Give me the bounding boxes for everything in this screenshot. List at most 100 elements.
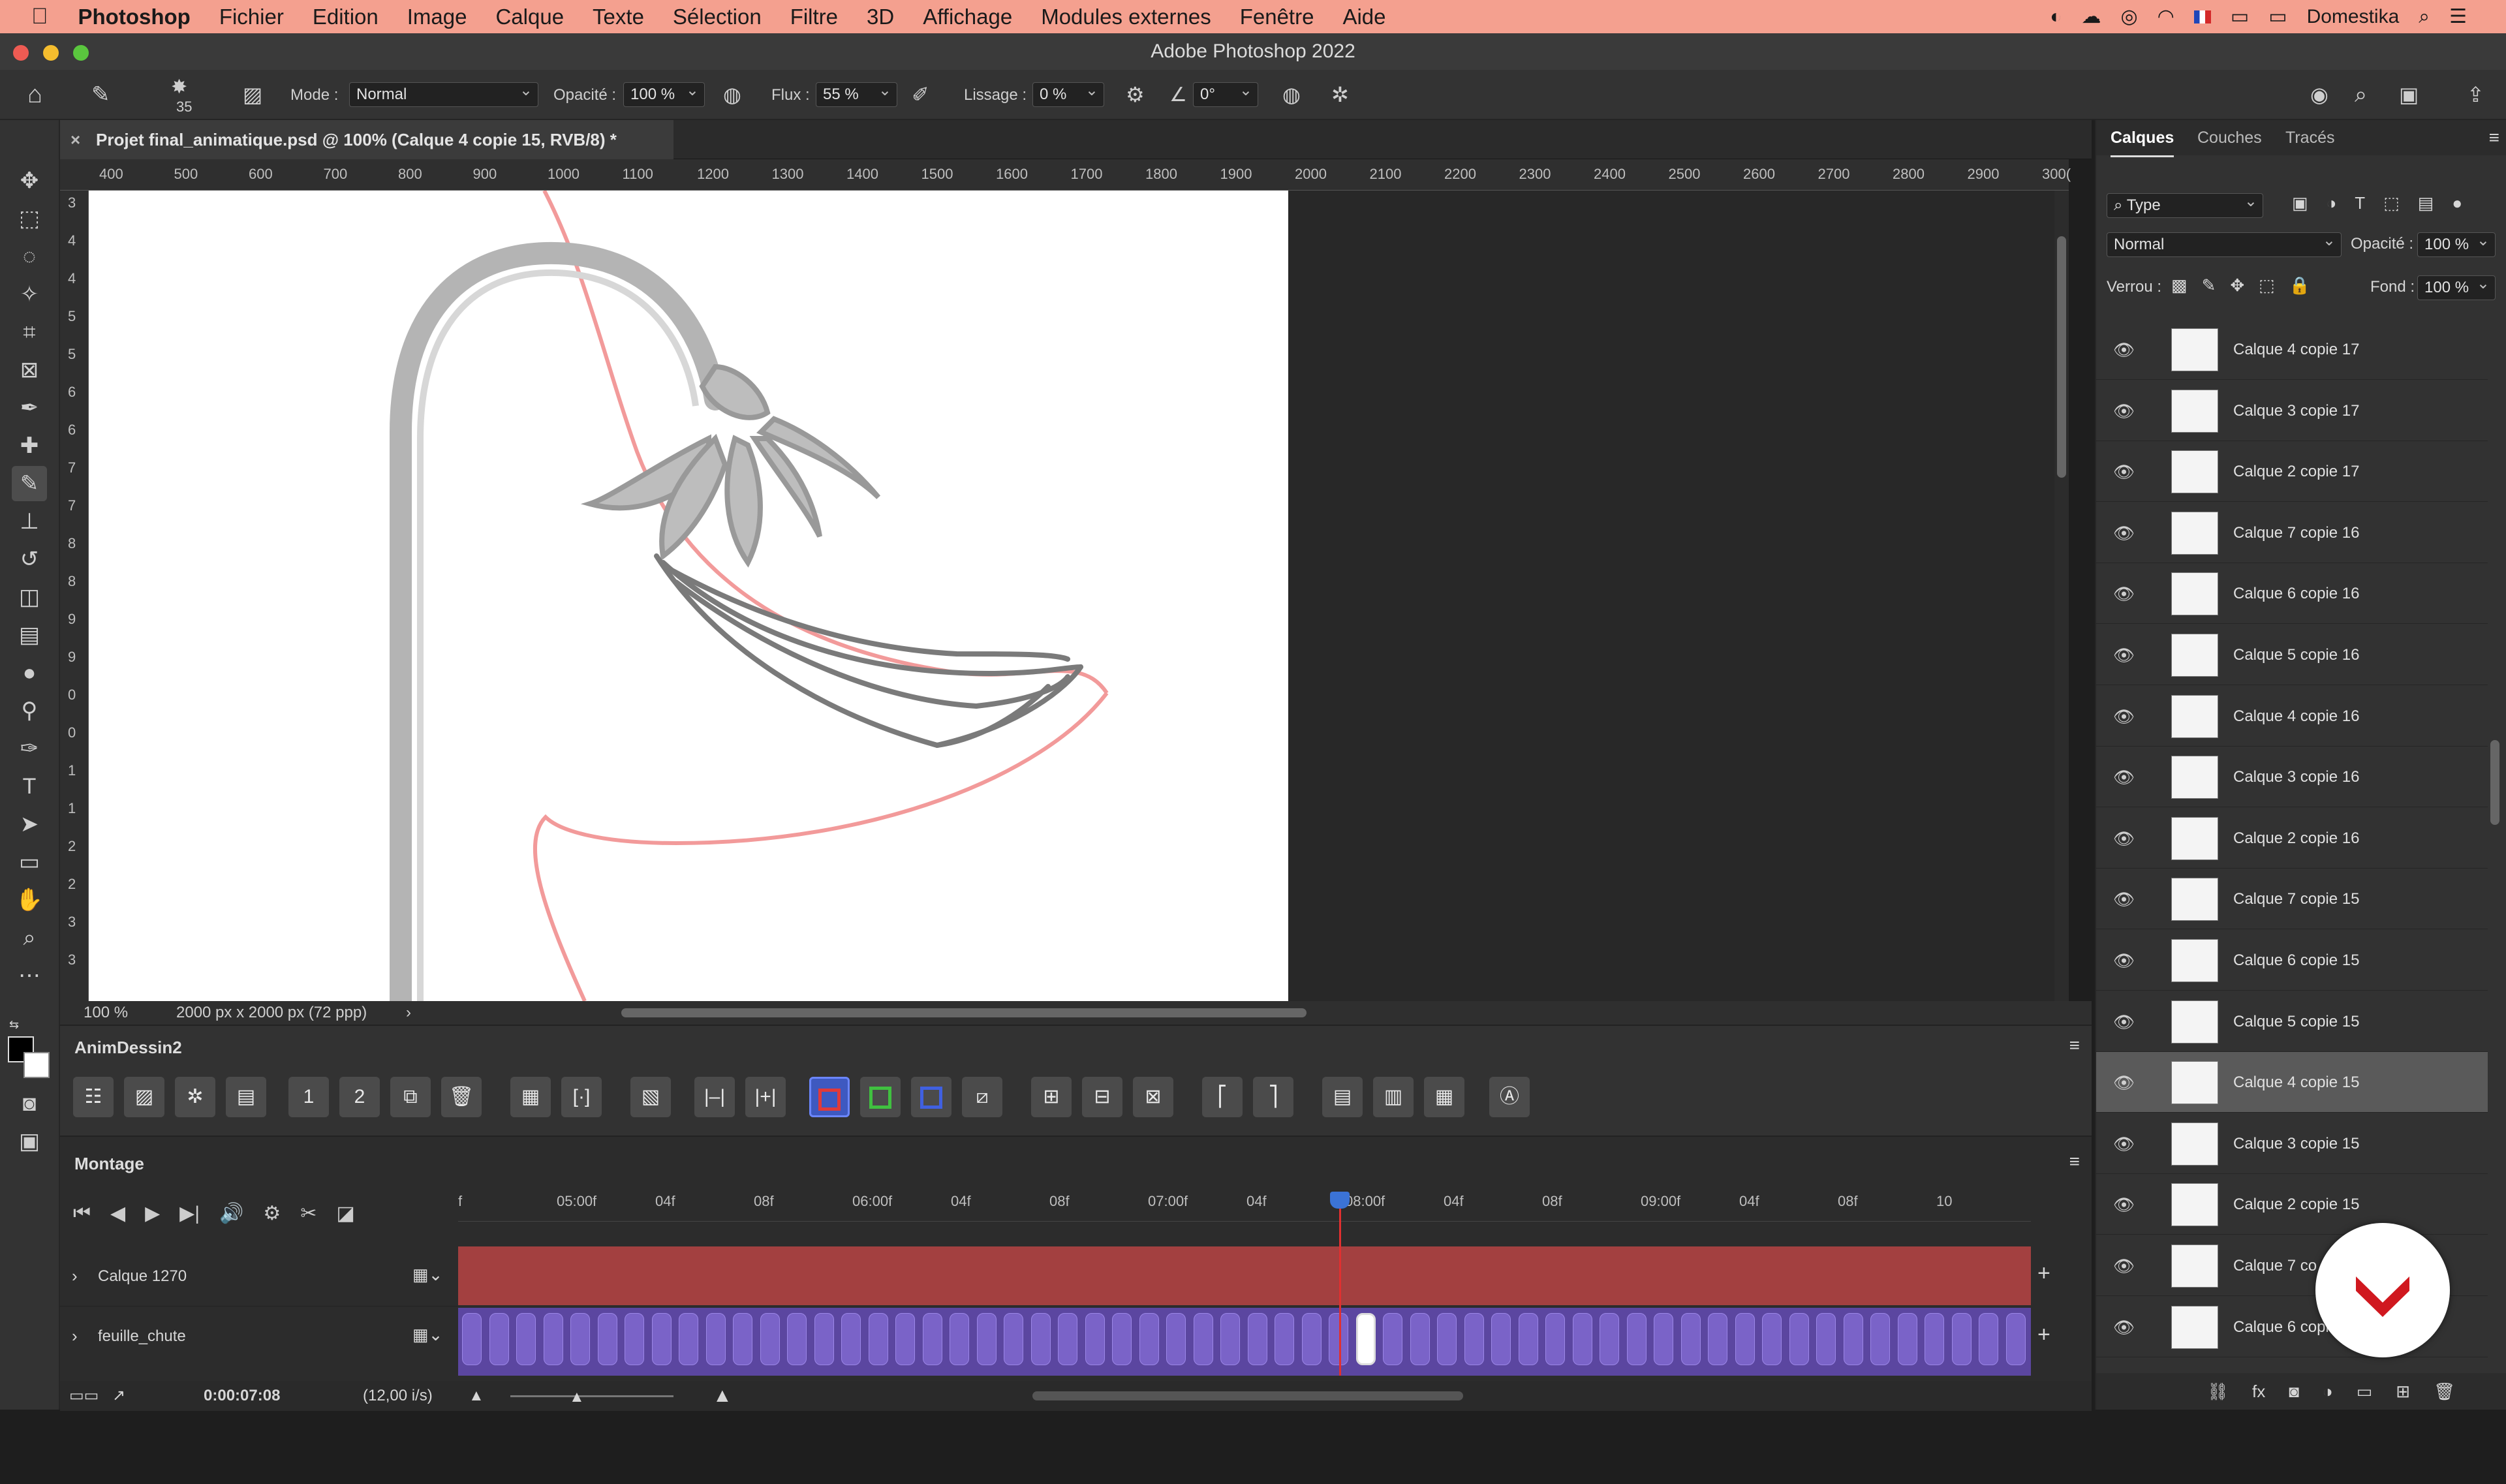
frame-cell[interactable] (1979, 1313, 1998, 1365)
playhead[interactable] (1339, 1193, 1341, 1376)
move-tool-icon[interactable]: ✥ (12, 163, 47, 198)
visibility-eye-icon[interactable]: 👁 (2113, 645, 2135, 665)
opacity-input[interactable]: 100 % (623, 79, 705, 107)
layer-row[interactable]: 👁 Calque 3 copie 15 (2096, 1113, 2488, 1174)
frame-cell[interactable] (922, 1313, 942, 1365)
frame-tool-icon[interactable]: ⊠ (12, 352, 47, 388)
frame-cell[interactable] (895, 1313, 915, 1365)
menu-calque[interactable]: Calque (495, 5, 564, 29)
dodge-tool-icon[interactable]: ⚲ (12, 693, 47, 728)
new-group-icon[interactable]: ▭ (2357, 1382, 2373, 1402)
layer-row[interactable]: 👁 Calque 4 copie 17 (2096, 319, 2488, 380)
layer-row[interactable]: 👁 Calque 3 copie 16 (2096, 747, 2488, 808)
zoom-slider-handle[interactable]: ▲ (569, 1382, 585, 1412)
frame-cell[interactable] (1301, 1313, 1322, 1365)
frame-cell[interactable] (1843, 1313, 1863, 1365)
frame-cell[interactable] (1789, 1313, 1809, 1365)
zoom-window-icon[interactable] (73, 45, 89, 61)
frame-cell[interactable] (1329, 1313, 1348, 1365)
visibility-eye-icon[interactable]: 👁 (2113, 889, 2135, 909)
extend-duration-button[interactable]: |+| (745, 1077, 786, 1117)
frame-cell[interactable] (1708, 1313, 1727, 1365)
visibility-eye-icon[interactable]: 👁 (2113, 462, 2135, 482)
menu-fenetre[interactable]: Fenêtre (1240, 5, 1314, 29)
html-export-button[interactable]: ▥ (1373, 1077, 1414, 1117)
red-onion-button[interactable] (809, 1077, 850, 1117)
frame-cell[interactable] (1437, 1313, 1457, 1365)
lock-artboard-icon[interactable]: ⬚ (2259, 275, 2275, 296)
go-first-frame-icon[interactable]: ⏮ (73, 1202, 91, 1225)
panel-menu-icon[interactable]: ≡ (2069, 1035, 2080, 1056)
fill-input[interactable]: 100 % (2417, 272, 2496, 300)
stamp-tool-icon[interactable]: ⊥ (12, 504, 47, 539)
fx-icon[interactable]: fx (2252, 1382, 2265, 1402)
layer-row[interactable]: 👁 Calque 2 copie 16 (2096, 808, 2488, 869)
play-icon[interactable]: ▶ (145, 1202, 160, 1225)
frame-cell[interactable] (1139, 1313, 1159, 1365)
frame-strip[interactable] (458, 1308, 2031, 1376)
frame-cell[interactable] (1112, 1313, 1132, 1365)
layer-filter-select[interactable]: ⌕ Type (2107, 190, 2263, 218)
airplay-icon[interactable]: ▭ (2231, 5, 2249, 28)
shrink-duration-button[interactable]: |–| (694, 1077, 735, 1117)
home-icon[interactable]: ⌂ (27, 70, 42, 120)
text-export-button[interactable]: ▦ (1424, 1077, 1464, 1117)
frame-cell[interactable] (2005, 1313, 2026, 1365)
filter-adjustment-icon[interactable]: ◑ (2327, 193, 2337, 213)
layer-row[interactable]: 👁 Calque 6 copie 15 (2096, 930, 2488, 991)
menu-modules[interactable]: Modules externes (1041, 5, 1211, 29)
frame-cell[interactable] (814, 1313, 834, 1365)
frame-cell[interactable] (651, 1313, 672, 1365)
frame-cell[interactable] (1004, 1313, 1023, 1365)
frame-cell[interactable] (1735, 1313, 1755, 1365)
select-frames-button[interactable]: ▦ (510, 1077, 551, 1117)
frame-cell[interactable] (1383, 1313, 1402, 1365)
frame-cell[interactable] (1464, 1313, 1484, 1365)
frame-cell[interactable] (1220, 1313, 1240, 1365)
visibility-eye-icon[interactable]: 👁 (2113, 1012, 2135, 1032)
layer-row[interactable]: 👁 Calque 7 copie 16 (2096, 502, 2488, 563)
lasso-tool-icon[interactable]: ◌ (12, 239, 47, 274)
tab-calques[interactable]: Calques (2111, 120, 2174, 157)
timeline-a-button[interactable]: ⊞ (1031, 1077, 1072, 1117)
pressure-opacity-icon[interactable]: ◍ (723, 70, 741, 120)
layers-panel-menu-icon[interactable]: ≡ (2489, 120, 2499, 155)
timeline-scrollbar-thumb[interactable] (1032, 1391, 1463, 1400)
visibility-eye-icon[interactable]: 👁 (2113, 1195, 2135, 1214)
visibility-eye-icon[interactable]: 👁 (2113, 340, 2135, 360)
new-layer-icon[interactable]: ⊞ (2396, 1382, 2410, 1402)
audio-icon[interactable]: 🔊 (219, 1202, 243, 1225)
frame-cell[interactable] (570, 1313, 590, 1365)
smoothing-settings-icon[interactable]: ⚙ (1126, 70, 1145, 120)
timeline-ruler[interactable]: f 05:00f 04f 08f 06:00f 04f 08f 07:00f 04f 08:00f… (458, 1189, 2031, 1222)
frame-cell[interactable] (976, 1313, 997, 1365)
frame-cell[interactable] (1572, 1313, 1592, 1365)
menu-selection[interactable]: Sélection (673, 5, 762, 29)
mode-select[interactable]: Normal (349, 79, 538, 107)
menu-aide[interactable]: Aide (1342, 5, 1385, 29)
status-menu-chevron-icon[interactable]: › (406, 1001, 411, 1025)
more-tools-icon[interactable]: ⋯ (12, 958, 47, 993)
airbrush-icon[interactable]: ✐ (912, 70, 929, 120)
menu-image[interactable]: Image (407, 5, 467, 29)
app-menu[interactable]: Photoshop (78, 5, 191, 29)
layer-row[interactable]: 👁 Calque 4 copie 15 (2096, 1052, 2488, 1113)
brush-tool-icon[interactable]: ✎ (91, 70, 110, 120)
menu-affichage[interactable]: Affichage (923, 5, 1012, 29)
zoom-level[interactable]: 100 % (84, 1001, 128, 1025)
menu-filtre[interactable]: Filtre (790, 5, 838, 29)
track-clip[interactable] (458, 1246, 2031, 1305)
split-icon[interactable]: ✂ (300, 1202, 317, 1225)
new-frame-2-button[interactable]: 2 (339, 1077, 380, 1117)
tab-traces[interactable]: Tracés (2285, 120, 2334, 155)
frame-cell[interactable] (1897, 1313, 1917, 1365)
flow-input[interactable]: 55 % (816, 79, 897, 107)
timeline-menu-icon[interactable]: ≡ (2069, 1151, 2080, 1172)
frame-cell[interactable] (625, 1313, 644, 1365)
blur-tool-icon[interactable]: ● (12, 655, 47, 690)
frame-cell[interactable] (516, 1313, 536, 1365)
visibility-eye-icon[interactable]: 👁 (2113, 1073, 2135, 1092)
frame-cell[interactable] (597, 1313, 617, 1365)
drawing-canvas[interactable] (89, 191, 2069, 1001)
visibility-eye-icon[interactable]: 👁 (2113, 523, 2135, 543)
